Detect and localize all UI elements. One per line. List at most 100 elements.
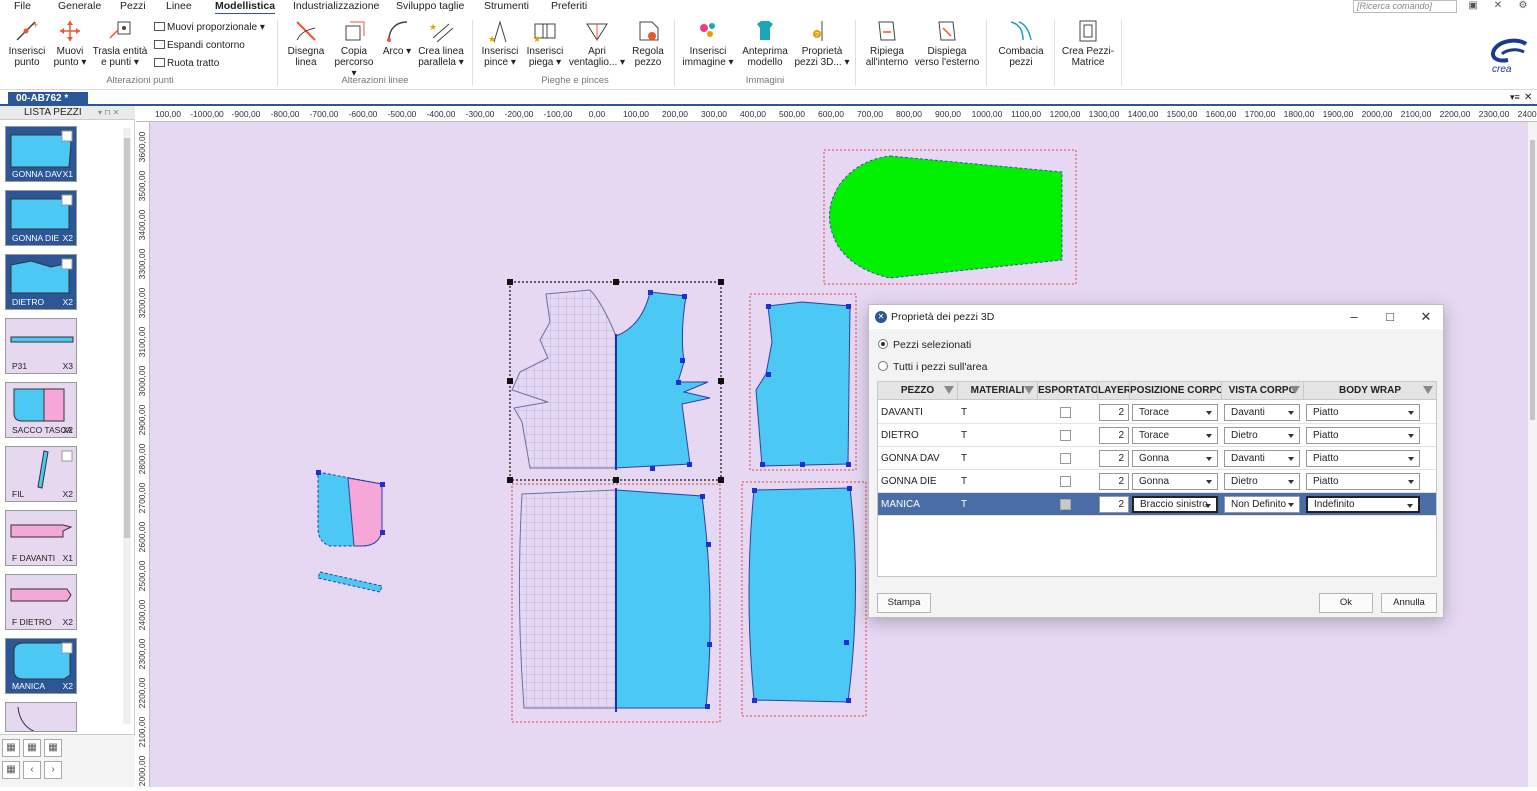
close-doc-icon[interactable]: ✕ — [1524, 92, 1532, 103]
piece-thumb-f-davanti[interactable]: F DAVANTI X1 — [5, 510, 77, 566]
inserisci-piega-button[interactable]: ★ Inserisci piega ▾ — [524, 18, 566, 68]
vista-dropdown[interactable]: Dietro — [1224, 427, 1300, 444]
close-icon[interactable]: ✕ — [1411, 305, 1441, 329]
esportato-checkbox[interactable] — [1060, 453, 1071, 464]
column-layer[interactable]: LAYER — [1098, 382, 1130, 400]
arco-button[interactable]: Arco ▾ — [380, 18, 414, 57]
piece-gonna-dav[interactable] — [511, 483, 721, 723]
view-large-icon[interactable]: ▦ — [44, 739, 62, 757]
piece-thumb-sacco-tasca[interactable]: SACCO TASCA X2 — [5, 382, 77, 438]
esportato-checkbox[interactable] — [1060, 499, 1071, 510]
esportato-checkbox[interactable] — [1060, 476, 1071, 487]
column-pezzo[interactable]: PEZZO — [878, 382, 958, 400]
table-row[interactable]: GONNA DAV T 2 Gonna Davanti Piatto — [878, 447, 1436, 470]
posizione-dropdown[interactable]: Gonna — [1132, 473, 1218, 490]
settings-icon[interactable]: ⚙ — [1517, 0, 1529, 12]
esportato-checkbox[interactable] — [1060, 430, 1071, 441]
menu-industrializzazione[interactable]: Industrializzazione — [293, 0, 379, 12]
piece-thumb-fil[interactable]: FIL X2 — [5, 446, 77, 502]
view-medium-icon[interactable]: ▦ — [23, 739, 41, 757]
crea-pezzi-matrice-button[interactable]: Crea Pezzi-Matrice — [1060, 18, 1116, 68]
posizione-dropdown[interactable]: Gonna — [1132, 450, 1218, 467]
ok-button[interactable]: Ok — [1319, 593, 1373, 613]
tab-list-icon[interactable]: ▾≡ — [1510, 92, 1520, 103]
piece-thumb-gonna-dav[interactable]: GONNA DAV X1 — [5, 126, 77, 182]
annulla-button[interactable]: Annulla — [1381, 593, 1437, 613]
canvas-scrollbar[interactable] — [1528, 122, 1537, 787]
panel-pin-icon[interactable]: ▾ ⊓ ✕ — [98, 108, 119, 117]
dispiega-esterno-button[interactable]: Dispiega verso l'esterno — [914, 18, 980, 68]
trasla-entita-button[interactable]: Trasla entità e punti ▾ — [92, 18, 148, 68]
piece-p31[interactable] — [317, 571, 383, 593]
prev-icon[interactable]: ‹ — [23, 761, 41, 779]
esportato-checkbox[interactable] — [1060, 407, 1071, 418]
table-row[interactable]: DAVANTI T 2 Torace Davanti Piatto — [878, 401, 1436, 424]
wrap-dropdown[interactable]: Piatto — [1306, 404, 1420, 421]
posizione-dropdown[interactable]: Braccio sinistro — [1132, 496, 1218, 513]
vista-dropdown[interactable]: Davanti — [1224, 450, 1300, 467]
column-posizione-corpo[interactable]: POSIZIONE CORPO — [1130, 382, 1222, 400]
wrap-dropdown[interactable]: Piatto — [1306, 427, 1420, 444]
table-row[interactable]: GONNA DIE T 2 Gonna Dietro Piatto — [878, 470, 1436, 493]
vista-dropdown[interactable]: Dietro — [1224, 473, 1300, 490]
muovi-punto-button[interactable]: Muovi punto ▾ — [52, 18, 88, 68]
column-body-wrap[interactable]: BODY WRAP — [1304, 382, 1436, 400]
inserisci-pince-button[interactable]: ★ Inserisci pince ▾ — [478, 18, 522, 68]
muovi-proporzionale-button[interactable]: Muovi proporzionale ▾ — [154, 22, 265, 33]
menu-strumenti[interactable]: Strumenti — [484, 0, 529, 12]
piece-thumb-p31[interactable]: P31 X3 — [5, 318, 77, 374]
menu-sviluppo-taglie[interactable]: Sviluppo taglie — [396, 0, 464, 12]
ripiega-interno-button[interactable]: Ripiega all'interno — [862, 18, 912, 68]
piece-dietro[interactable] — [749, 293, 857, 471]
menu-generale[interactable]: Generale — [58, 0, 101, 12]
espandi-contorno-button[interactable]: Espandi contorno — [154, 40, 245, 51]
tools-icon[interactable]: ✕ — [1492, 0, 1504, 12]
layer-field[interactable]: 2 — [1099, 404, 1129, 421]
piece-thumb-dietro[interactable]: DIETRO X2 — [5, 254, 77, 310]
menu-modellistica[interactable]: Modellistica — [215, 0, 276, 15]
wrap-dropdown[interactable]: Piatto — [1306, 473, 1420, 490]
radio-tutti-pezzi[interactable]: Tutti i pezzi sull'area — [878, 361, 987, 373]
piece-thumb-f-dietro[interactable]: F DIETRO X2 — [5, 574, 77, 630]
vista-dropdown[interactable]: Non Definito — [1224, 496, 1300, 513]
piece-thumb-gonna-die[interactable]: GONNA DIE X2 — [5, 190, 77, 246]
piece-thumb-partial[interactable] — [5, 702, 77, 732]
minimize-icon[interactable]: – — [1339, 305, 1369, 329]
next-icon[interactable]: › — [44, 761, 62, 779]
menu-file[interactable]: File — [14, 0, 31, 12]
piece-gonna-die[interactable] — [741, 481, 867, 717]
layer-field[interactable]: 2 — [1099, 450, 1129, 467]
anteprima-modello-button[interactable]: Anteprima modello — [738, 18, 792, 68]
column-materiali[interactable]: MATERIALI — [958, 382, 1038, 400]
document-tab[interactable]: 00-AB762 * — [8, 92, 88, 106]
piece-thumb-manica[interactable]: MANICA X2 — [5, 638, 77, 694]
layer-field[interactable]: 2 — [1099, 496, 1129, 513]
disegna-linea-button[interactable]: Disegna linea — [284, 18, 328, 68]
menu-linee[interactable]: Linee — [166, 0, 192, 12]
menu-pezzi[interactable]: Pezzi — [120, 0, 146, 12]
combacia-pezzi-button[interactable]: Combacia pezzi — [994, 18, 1048, 68]
view-small-icon[interactable]: ▦ — [2, 739, 20, 757]
maximize-icon[interactable]: □ — [1375, 305, 1405, 329]
column-esportato[interactable]: ESPORTATO — [1038, 382, 1098, 400]
proprieta-pezzi-3d-button[interactable]: ? Proprietà pezzi 3D... ▾ — [794, 18, 850, 68]
wrap-dropdown[interactable]: Piatto — [1306, 450, 1420, 467]
table-row-selected[interactable]: MANICA T 2 Braccio sinistro Non Definito… — [878, 493, 1436, 516]
ruota-tratto-button[interactable]: Ruota tratto — [154, 58, 219, 69]
wrap-dropdown[interactable]: Indefinito — [1306, 496, 1420, 513]
piece-sacco-tasca[interactable] — [316, 470, 385, 547]
copia-percorso-button[interactable]: Copia percorso ▾ — [332, 18, 376, 79]
inserisci-immagine-button[interactable]: Inserisci immagine ▾ — [680, 18, 736, 68]
menu-preferiti[interactable]: Preferiti — [551, 0, 587, 12]
stampa-button[interactable]: Stampa — [877, 593, 931, 613]
layout-icon[interactable]: ▣ — [1467, 0, 1479, 12]
vista-dropdown[interactable]: Davanti — [1224, 404, 1300, 421]
apri-ventaglio-button[interactable]: Apri ventaglio... ▾ — [568, 18, 626, 68]
layer-field[interactable]: 2 — [1099, 427, 1129, 444]
posizione-dropdown[interactable]: Torace — [1132, 404, 1218, 421]
panel-scrollbar[interactable] — [123, 128, 131, 724]
radio-pezzi-selezionati[interactable]: Pezzi selezionati — [878, 339, 971, 351]
table-row[interactable]: DIETRO T 2 Torace Dietro Piatto — [878, 424, 1436, 447]
command-search-input[interactable]: [Ricerca comando] — [1353, 0, 1457, 13]
regola-pezzo-button[interactable]: Regola pezzo — [628, 18, 668, 68]
